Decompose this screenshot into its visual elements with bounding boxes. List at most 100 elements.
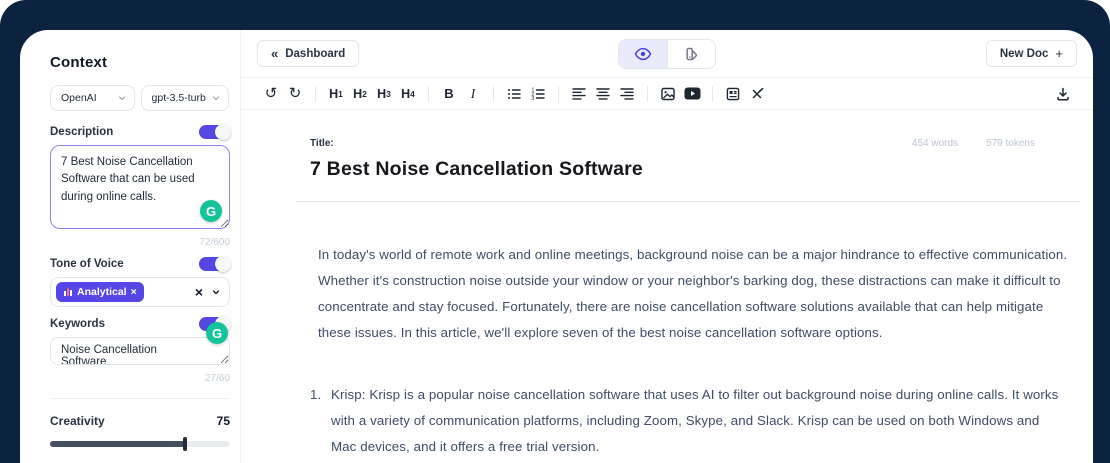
keywords-input[interactable]: Noise Cancellation Software	[50, 337, 230, 365]
h-base: H	[353, 87, 362, 101]
sidebar-title: Context	[50, 54, 229, 71]
swatchbook-icon	[684, 46, 700, 62]
tone-tag-analytical[interactable]: Analytical ×	[56, 282, 144, 302]
redo-icon[interactable]: ↻	[283, 82, 307, 106]
creativity-value: 75	[217, 414, 230, 428]
provider-select[interactable]: OpenAI	[50, 85, 135, 111]
new-doc-button[interactable]: New Doc +	[986, 40, 1077, 67]
align-right-button[interactable]	[615, 82, 639, 106]
doc-title[interactable]: 7 Best Noise Cancellation Software	[310, 158, 1080, 181]
chevron-down-icon	[212, 94, 220, 102]
heading1-button[interactable]: H1	[324, 82, 348, 106]
h-base: H	[329, 87, 338, 101]
align-right-icon	[619, 86, 635, 102]
creativity-label: Creativity	[50, 414, 105, 428]
tone-tag-label: Analytical	[77, 286, 127, 298]
toolbar-divider	[712, 86, 713, 102]
dashboard-button-label: Dashboard	[285, 48, 345, 60]
model-select[interactable]: gpt-3.5-turb	[141, 85, 229, 111]
context-sidebar: Context OpenAI gpt-3.5-turb Description …	[20, 30, 241, 463]
h-base: H	[377, 87, 386, 101]
download-icon	[1055, 86, 1071, 102]
grammarly-icon[interactable]: G	[206, 322, 228, 344]
news-article-icon	[725, 86, 741, 102]
editor-top-bar: « Dashboard	[241, 30, 1093, 78]
insert-article-button[interactable]	[721, 82, 745, 106]
new-doc-button-label: New Doc	[1000, 48, 1049, 60]
align-center-icon	[595, 86, 611, 102]
keywords-label: Keywords	[50, 318, 105, 330]
tone-select[interactable]: Analytical × ×	[50, 277, 230, 307]
document-area[interactable]: Title: 454 words 579 tokens 7 Best Noise…	[241, 110, 1093, 463]
toolbar-divider	[493, 86, 494, 102]
tone-toggle[interactable]	[199, 257, 229, 271]
doc-title-label: Title:	[310, 138, 334, 149]
align-center-button[interactable]	[591, 82, 615, 106]
heading4-button[interactable]: H4	[396, 82, 420, 106]
keywords-field-wrap: Noise Cancellation Software G	[50, 331, 230, 370]
ordered-list-icon: 1 2 3	[530, 86, 546, 102]
keywords-char-counter: 27/60	[50, 373, 230, 384]
description-toggle[interactable]	[199, 125, 229, 139]
list-item-text: Krisp: Krisp is a popular noise cancella…	[331, 382, 1061, 460]
app-card: Context OpenAI gpt-3.5-turb Description …	[20, 30, 1093, 463]
chevron-down-icon[interactable]	[212, 288, 220, 296]
download-button[interactable]	[1051, 82, 1075, 106]
h-sub: 4	[410, 89, 415, 99]
insert-image-button[interactable]	[656, 82, 680, 106]
description-label: Description	[50, 126, 113, 138]
description-field-wrap: 7 Best Noise Cancellation Software that …	[50, 139, 230, 234]
view-mode-toggle	[618, 39, 716, 69]
youtube-icon	[684, 87, 701, 100]
h-sub: 3	[386, 89, 391, 99]
h-sub: 2	[362, 89, 367, 99]
model-select-value: gpt-3.5-turb	[152, 92, 206, 104]
list-item-number: 1.	[310, 382, 323, 460]
h-sub: 1	[338, 89, 343, 99]
clear-icon[interactable]: ×	[195, 285, 203, 299]
tone-label: Tone of Voice	[50, 258, 124, 270]
bullet-list-button[interactable]	[502, 82, 526, 106]
model-select-row: OpenAI gpt-3.5-turb	[50, 85, 229, 111]
svg-text:3: 3	[531, 96, 534, 102]
chevrons-left-icon: «	[271, 46, 278, 61]
ordered-list-button[interactable]: 1 2 3	[526, 82, 550, 106]
heading3-button[interactable]: H3	[372, 82, 396, 106]
preview-mode-button[interactable]	[619, 40, 667, 68]
grammarly-icon[interactable]: G	[200, 200, 222, 222]
toolbar-divider	[428, 86, 429, 102]
sidebar-divider	[50, 398, 230, 399]
bar-chart-icon	[63, 287, 73, 297]
doc-intro-paragraph[interactable]: In today's world of remote work and onli…	[318, 242, 1080, 346]
heading2-button[interactable]: H2	[348, 82, 372, 106]
clear-formatting-button[interactable]	[745, 82, 769, 106]
description-char-counter: 72/600	[50, 237, 230, 248]
list-item[interactable]: 1. Krisp: Krisp is a popular noise cance…	[310, 382, 1080, 460]
creativity-slider-handle[interactable]	[183, 437, 187, 451]
clear-formatting-icon	[749, 86, 765, 102]
toolbar-divider	[647, 86, 648, 102]
italic-button[interactable]: I	[461, 82, 485, 106]
formatting-toolbar: ↺ ↻ H1 H2 H3 H4 B I 1 2	[241, 78, 1093, 110]
word-count: 454 words	[912, 138, 958, 149]
creativity-slider-fill	[50, 441, 185, 447]
toggle-knob	[215, 256, 231, 272]
dashboard-button[interactable]: « Dashboard	[257, 40, 359, 67]
swatchbook-mode-button[interactable]	[667, 40, 715, 68]
creativity-slider[interactable]	[50, 441, 230, 447]
align-left-button[interactable]	[567, 82, 591, 106]
image-icon	[660, 86, 676, 102]
toolbar-divider	[558, 86, 559, 102]
undo-icon[interactable]: ↺	[259, 82, 283, 106]
token-count: 579 tokens	[986, 138, 1035, 149]
toggle-knob	[215, 124, 231, 140]
doc-title-divider	[295, 201, 1080, 202]
editor-main: « Dashboard	[241, 30, 1093, 463]
toolbar-divider	[315, 86, 316, 102]
plus-icon: +	[1055, 46, 1063, 61]
tag-remove-icon[interactable]: ×	[131, 286, 137, 298]
h-base: H	[401, 87, 410, 101]
bold-button[interactable]: B	[437, 82, 461, 106]
bullet-list-icon	[506, 86, 522, 102]
insert-video-button[interactable]	[680, 82, 704, 106]
